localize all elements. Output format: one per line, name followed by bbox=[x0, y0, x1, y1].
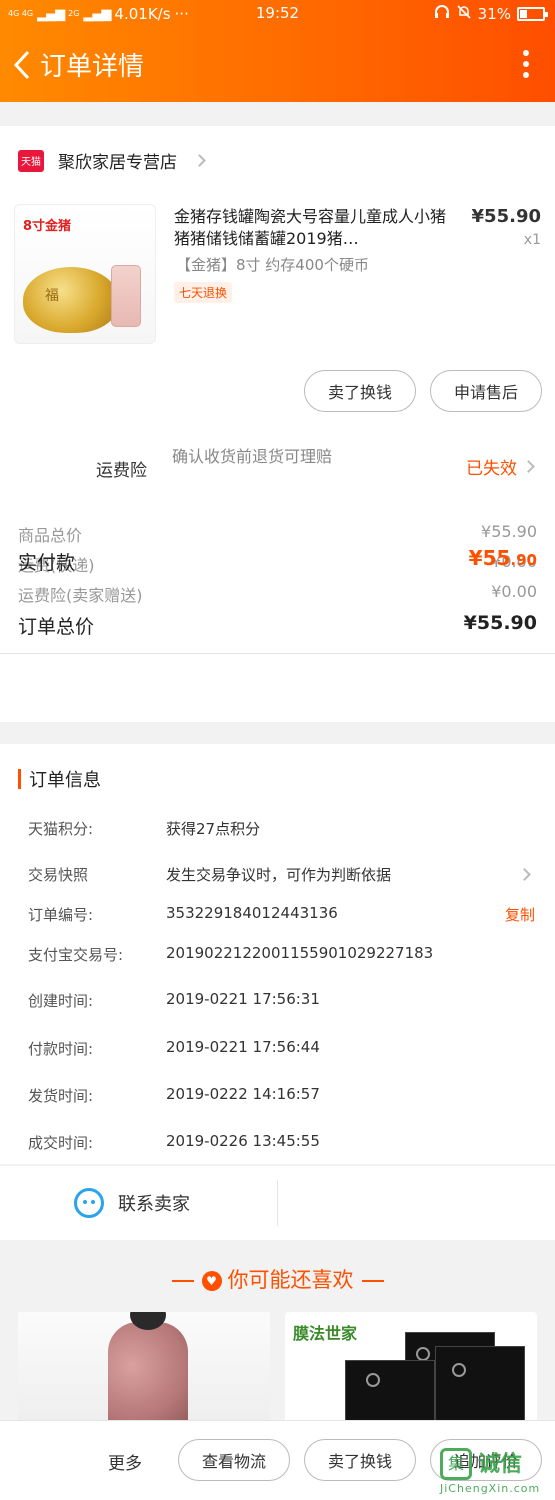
more-vertical-icon[interactable] bbox=[523, 50, 531, 82]
thumb-label: 8寸金猪 bbox=[23, 219, 72, 234]
order-total-value: ¥55.90 bbox=[463, 612, 537, 634]
info-key: 交易快照 bbox=[28, 866, 89, 884]
paid-int: 55 bbox=[482, 546, 511, 570]
phone-image bbox=[111, 265, 141, 327]
contact-seller-button[interactable]: 联系卖家 bbox=[0, 1166, 277, 1240]
after-sale-button[interactable]: 申请售后 bbox=[430, 370, 542, 412]
contact-seller-label: 联系卖家 bbox=[118, 1194, 190, 1215]
app-header: 4G 4G ▂▄▆ 2G ▂▄▆ 4.01K/s ··· 19:52 31% 订… bbox=[0, 0, 555, 102]
watermark-text: 诚信 bbox=[478, 1452, 523, 1477]
watermark-logo: 集 bbox=[440, 1448, 472, 1480]
insurance-desc: 确认收货前退货可理赔 bbox=[172, 447, 333, 466]
order-info-card: 订单信息 天猫积分: 获得27点积分 交易快照 发生交易争议时，可作为判断依据 … bbox=[0, 744, 555, 1164]
product-quantity: x1 bbox=[523, 232, 541, 248]
watermark-url: JiChengXin.com bbox=[440, 1482, 541, 1495]
info-key: 成交时间: bbox=[28, 1134, 94, 1152]
title-line-right bbox=[361, 1280, 384, 1282]
order-info-header: 订单信息 bbox=[18, 766, 101, 792]
recommend-item-mask[interactable]: 膜法世家 bbox=[285, 1312, 537, 1424]
info-key: 订单编号: bbox=[28, 906, 94, 924]
info-value: 2019-0222 14:16:57 bbox=[166, 1085, 320, 1103]
tmall-badge: 天猫 bbox=[18, 149, 44, 172]
shop-name: 聚欣家居专营店 bbox=[58, 153, 177, 173]
divider bbox=[277, 1180, 278, 1226]
back-arrow-icon[interactable] bbox=[8, 48, 38, 82]
product-title[interactable]: 金猪存钱罐陶瓷大号容量儿童成人小猪猪猪储钱储蓄罐2019猪… bbox=[174, 206, 458, 250]
recommend-item-dress[interactable] bbox=[18, 1312, 270, 1424]
order-total-row: 订单总价 ¥55.90 bbox=[18, 612, 537, 639]
paid-value: ¥55.90 bbox=[469, 546, 537, 570]
pig-text: 福 bbox=[45, 288, 59, 304]
accent-bar bbox=[18, 769, 21, 789]
goods-total-row: 商品总价 ¥55.90 bbox=[18, 522, 537, 546]
info-value: 2019-0221 17:56:44 bbox=[166, 1038, 320, 1056]
product-thumbnail[interactable]: 8寸金猪 福 bbox=[14, 204, 156, 344]
info-value: 发生交易争议时，可作为判断依据 bbox=[166, 866, 392, 884]
chevron-right-icon bbox=[518, 868, 531, 881]
return-tag: 七天退换 bbox=[174, 282, 233, 303]
insurance-status[interactable]: 已失效 bbox=[466, 454, 517, 479]
info-value: 2019-0226 13:45:55 bbox=[166, 1132, 320, 1150]
info-value: 353229184012443136 bbox=[166, 904, 338, 922]
gold-pig-image bbox=[23, 267, 119, 333]
info-key: 创建时间: bbox=[28, 992, 94, 1010]
product-price: ¥55.90 bbox=[471, 206, 541, 227]
goods-total-label: 商品总价 bbox=[18, 526, 83, 545]
contact-card: 联系卖家 bbox=[0, 1166, 555, 1240]
recommend-title-text: 你可能还喜欢 bbox=[227, 1268, 354, 1292]
more-button[interactable]: 更多 bbox=[108, 1449, 142, 1474]
resell-button[interactable]: 卖了换钱 bbox=[304, 370, 416, 412]
resell-button-bottom[interactable]: 卖了换钱 bbox=[304, 1439, 416, 1481]
battery-icon bbox=[517, 7, 548, 21]
info-value: 获得27点积分 bbox=[166, 820, 261, 838]
info-key: 发货时间: bbox=[28, 1087, 94, 1105]
info-key: 付款时间: bbox=[28, 1040, 94, 1058]
headset-icon bbox=[434, 4, 450, 24]
insurance-fee-value: ¥0.00 bbox=[491, 582, 537, 601]
divider bbox=[0, 653, 555, 654]
info-key: 支付宝交易号: bbox=[28, 946, 124, 964]
brand-logo: 膜法世家 bbox=[293, 1324, 358, 1343]
paid-currency: ¥ bbox=[468, 546, 483, 570]
mask-box-image bbox=[435, 1346, 525, 1424]
goods-total-value: ¥55.90 bbox=[481, 522, 537, 541]
info-value: 2019-0221 17:56:31 bbox=[166, 990, 320, 1008]
chevron-right-icon bbox=[193, 154, 206, 167]
nav-bar: 订单详情 bbox=[0, 36, 555, 96]
recommend-title: ♥ 你可能还喜欢 bbox=[0, 1264, 555, 1294]
info-row-snapshot[interactable]: 交易快照 发生交易争议时，可作为判断依据 bbox=[28, 864, 537, 888]
order-info-title: 订单信息 bbox=[29, 770, 101, 791]
order-card: 天猫 聚欣家居专营店 8寸金猪 福 金猪存钱罐陶瓷大号容量儿童成人小猪猪猪储钱储… bbox=[0, 126, 555, 722]
view-logistics-button[interactable]: 查看物流 bbox=[178, 1439, 290, 1481]
mask-box-image bbox=[345, 1360, 435, 1424]
chat-bubble-icon bbox=[74, 1188, 104, 1218]
page-title: 订单详情 bbox=[40, 52, 145, 82]
dress-image bbox=[108, 1322, 188, 1424]
insurance-label: 运费险 bbox=[96, 461, 147, 481]
copy-button[interactable]: 复制 bbox=[505, 904, 535, 925]
heart-icon: ♥ bbox=[201, 1271, 222, 1291]
battery-level bbox=[520, 10, 527, 18]
shop-row[interactable]: 天猫 聚欣家居专营店 bbox=[18, 148, 206, 173]
bell-mute-icon bbox=[456, 4, 472, 24]
paid-label: 实付款 bbox=[18, 552, 76, 574]
product-spec: 【金猪】8寸 约存400个硬币 bbox=[176, 256, 369, 274]
chevron-right-icon bbox=[522, 460, 535, 473]
order-total-label: 订单总价 bbox=[18, 616, 95, 638]
info-value: 2019022122001155901029227183 bbox=[166, 944, 434, 962]
title-line-left bbox=[171, 1280, 194, 1282]
info-key: 天猫积分: bbox=[28, 820, 94, 838]
status-bar: 4G 4G ▂▄▆ 2G ▂▄▆ 4.01K/s ··· 19:52 31% bbox=[0, 0, 555, 30]
insurance-fee-label: 运费险(卖家赠送) bbox=[18, 586, 143, 605]
watermark: 集 诚信 JiChengXin.com bbox=[436, 1444, 551, 1496]
shipping-row: 运费(快递) ¥0.00 bbox=[18, 552, 537, 576]
insurance-fee-row: 运费险(卖家赠送) ¥0.00 bbox=[18, 582, 537, 606]
paid-dec: .90 bbox=[510, 551, 537, 569]
battery-percent: 31% bbox=[477, 5, 511, 23]
